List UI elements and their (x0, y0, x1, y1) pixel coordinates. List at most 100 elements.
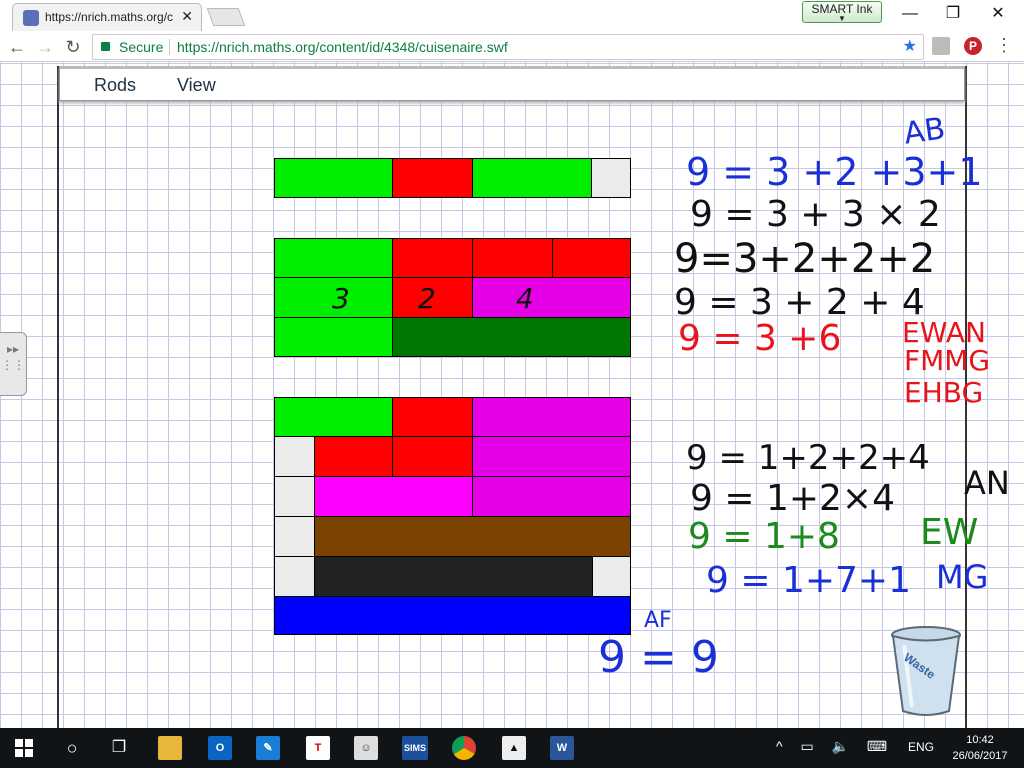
restore-button[interactable]: ❐ (938, 4, 968, 26)
chevron-up-icon[interactable]: ^ (776, 738, 783, 754)
ink-equation-7: 9 = 1+2×4 (690, 478, 895, 519)
ink-initials-an: AN (964, 464, 1010, 502)
ink-equation-5: 9 = 3 +6 (678, 318, 842, 359)
ink-equation-4: 9 = 3 + 2 + 4 (674, 282, 925, 323)
rod-red[interactable] (392, 158, 473, 198)
taskbar: ○ ❐ O ✎ T ☺ SIMS ▲ W ^ ▭ 🔈 ⌨ ENG 10:42 2… (0, 728, 1024, 768)
tab-bar: https://nrich.maths.org/c ✕ SMART Ink ▼ … (0, 0, 1024, 32)
address-bar: ← → ↻ Secure https://nrich.maths.org/con… (0, 32, 1024, 62)
bookmark-star-icon[interactable]: ★ (903, 35, 917, 59)
rod-light-green[interactable] (274, 158, 393, 198)
browser-tab[interactable]: https://nrich.maths.org/c ✕ (12, 3, 202, 31)
windows-start-icon[interactable] (12, 736, 36, 760)
file-explorer-icon[interactable] (158, 736, 182, 760)
minimize-button[interactable]: — (895, 4, 925, 26)
ink-initials-red-3: EHBG (904, 376, 984, 409)
waste-bin[interactable]: Waste (890, 625, 962, 717)
rod-label-4: 4 (516, 282, 534, 315)
ink-equation-1: 9 = 3 +2 +3+1 (686, 150, 983, 194)
rod-blue[interactable] (274, 596, 631, 635)
people-app-icon[interactable]: ☺ (354, 736, 378, 760)
rod-brown[interactable] (314, 516, 631, 557)
url-input[interactable]: Secure https://nrich.maths.org/content/i… (92, 34, 924, 60)
rod-red[interactable] (314, 436, 393, 477)
menu-view[interactable]: View (177, 75, 216, 96)
ink-initials-ab: AB (901, 111, 948, 152)
pinterest-extension-icon[interactable]: P (964, 37, 982, 55)
expand-arrows-icon: ▸▸ (6, 342, 20, 356)
clock-date: 26/06/2017 (952, 750, 1008, 762)
rod-black[interactable] (314, 556, 593, 597)
rod-white[interactable] (274, 436, 315, 477)
rod-light-green[interactable] (274, 238, 393, 278)
rod-light-green[interactable] (274, 317, 393, 357)
ink-equation-6: 9 = 1+2+2+4 (686, 438, 930, 478)
rod-pink[interactable] (472, 277, 631, 318)
flash-menu-bar: Rods View (59, 66, 965, 101)
rod-red[interactable] (392, 238, 473, 278)
ink-initials-af: AF (644, 608, 672, 633)
grip-dots-icon: ⋮⋮ (1, 358, 25, 372)
rod-white[interactable] (591, 158, 631, 198)
secure-label: Secure (119, 39, 164, 55)
menu-rods[interactable]: Rods (94, 75, 136, 96)
ink-equation-3: 9=3+2+2+2 (674, 236, 936, 282)
rod-light-green[interactable] (274, 397, 393, 437)
chrome-icon[interactable] (452, 736, 476, 760)
network-icon[interactable]: ▭ (800, 738, 813, 754)
clock[interactable]: 10:42 26/06/2017 (950, 732, 1010, 764)
rod-red[interactable] (392, 397, 473, 437)
pdf-extension-icon[interactable] (932, 37, 950, 55)
forward-button[interactable]: → (34, 36, 56, 58)
chrome-menu-icon[interactable]: ⋮ (994, 36, 1014, 56)
url-text: https://nrich.maths.org/content/id/4348/… (177, 39, 508, 55)
ink-equation-10: 9 = 9 (598, 632, 719, 683)
ink-equation-2: 9 = 3 + 3 × 2 (690, 194, 941, 235)
tab-title: https://nrich.maths.org/c (45, 10, 174, 24)
task-view-icon[interactable]: ❐ (107, 736, 131, 760)
divider (169, 39, 170, 55)
clock-time: 10:42 (966, 734, 994, 746)
rod-red[interactable] (392, 436, 473, 477)
rod-label-2: 2 (418, 282, 436, 315)
rod-white[interactable] (274, 556, 315, 597)
search-icon[interactable]: ○ (60, 736, 84, 760)
close-window-button[interactable]: ✕ (983, 4, 1013, 26)
language-indicator[interactable]: ENG (908, 740, 934, 754)
ink-equation-8: 9 = 1+8 (688, 516, 840, 557)
system-tray: ^ ▭ 🔈 ⌨ (776, 738, 887, 755)
rod-label-3: 3 (332, 282, 350, 315)
rod-white[interactable] (274, 476, 315, 517)
rod-pink[interactable] (472, 436, 631, 477)
outlook-icon[interactable]: O (208, 736, 232, 760)
sims-app-icon[interactable]: SIMS (402, 736, 428, 760)
ink-initials-red-2: FMMG (904, 344, 991, 377)
rod-pink[interactable] (314, 476, 473, 517)
ink-equation-9: 9 = 1+7+1 (706, 560, 911, 601)
lock-icon (101, 42, 110, 51)
photos-app-icon[interactable]: ▲ (502, 736, 526, 760)
smart-tools-icon[interactable]: T (306, 736, 330, 760)
rod-red[interactable] (552, 238, 631, 278)
smart-ink-button[interactable]: SMART Ink ▼ (802, 1, 882, 23)
volume-icon[interactable]: 🔈 (832, 738, 849, 754)
new-tab-button[interactable] (206, 8, 246, 26)
rod-red[interactable] (472, 238, 553, 278)
word-icon[interactable]: W (550, 736, 574, 760)
rod-pink[interactable] (472, 397, 631, 437)
rod-white[interactable] (274, 516, 315, 557)
rod-pink[interactable] (472, 476, 631, 517)
chevron-down-icon: ▼ (838, 14, 846, 23)
reload-button[interactable]: ↻ (62, 36, 84, 58)
ink-initials-mg: MG (936, 558, 989, 596)
ink-initials-ew: EW (920, 512, 979, 553)
rod-light-green[interactable] (472, 158, 592, 198)
favicon-icon (23, 10, 39, 26)
keyboard-icon[interactable]: ⌨ (867, 738, 887, 754)
notes-app-icon[interactable]: ✎ (256, 736, 280, 760)
rod-white[interactable] (592, 556, 631, 597)
back-button[interactable]: ← (6, 36, 28, 58)
tab-close-icon[interactable]: ✕ (181, 8, 193, 25)
side-drawer-handle[interactable]: ▸▸ ⋮⋮ (0, 332, 27, 396)
rod-dark-green[interactable] (392, 317, 631, 357)
